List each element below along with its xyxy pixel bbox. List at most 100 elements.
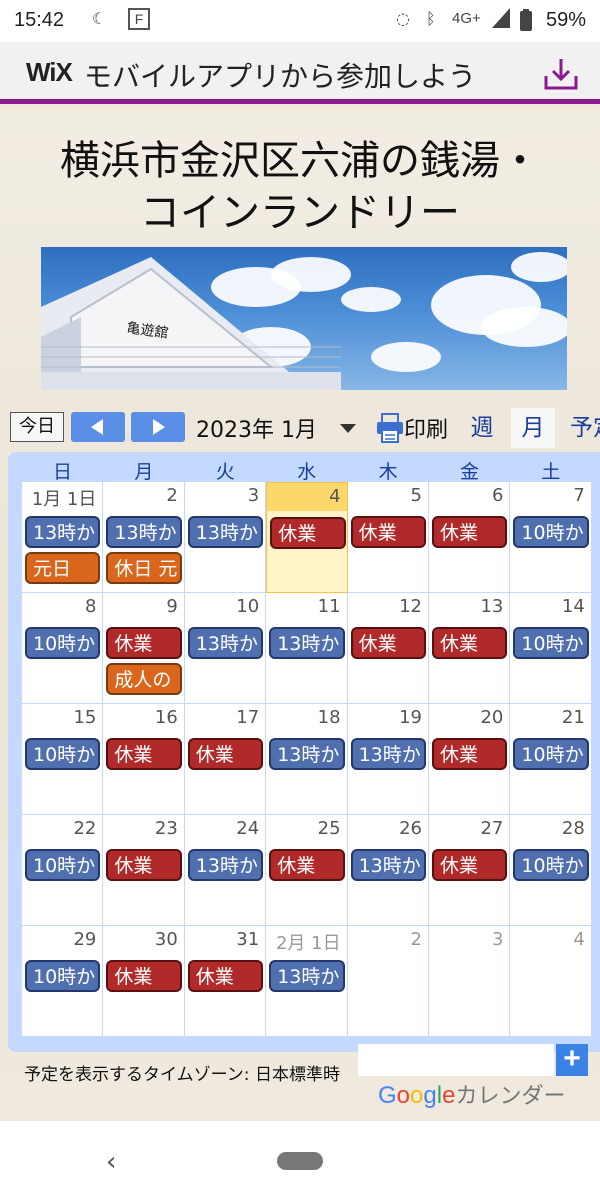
google-letter: e [442,1082,456,1109]
next-month-button[interactable] [131,412,185,442]
calendar-event[interactable]: 10時か [25,738,101,770]
calendar-event[interactable]: 休業 [269,849,345,881]
battery-icon [520,9,532,35]
day-cell[interactable]: 8 10時か [22,593,104,704]
weekday-label: 金 [459,461,479,483]
calendar-event[interactable]: 休業 [350,627,426,659]
home-pill[interactable] [277,1152,323,1170]
day-number: 2月 1日 [275,933,341,954]
calendar-event[interactable]: 13時か [350,849,426,881]
day-number: 18 [317,707,341,728]
day-number: 3 [247,485,260,506]
day-cell[interactable]: 1月 1日 13時か 元日 [22,482,104,593]
calendar-event[interactable]: 休業 [270,517,346,549]
calendar-event[interactable]: 10時か [513,516,589,548]
day-number: 2 [166,485,178,506]
day-cell[interactable]: 6 休業 [429,482,511,593]
prev-month-button[interactable] [71,412,125,442]
day-cell[interactable]: 15 10時か [22,704,104,815]
calendar-event[interactable]: 休日 元 [106,552,182,584]
weekday-header: 日月火水木金土 [22,457,600,483]
calendar-event[interactable]: 13時か [187,516,264,548]
google-calendar-logo[interactable]: Googleカレンダー [378,1078,565,1110]
calendar-event[interactable]: 10時か [513,849,589,881]
printer-icon[interactable] [376,412,404,446]
day-cell[interactable]: 23 休業 [103,815,185,926]
day-cell[interactable]: 22 10時か [22,815,104,926]
day-cell[interactable]: 9 休業 成人の [103,593,185,704]
calendar-event[interactable]: 休業 [106,960,182,992]
calendar-event[interactable]: 13時か [350,738,426,770]
calendar-event[interactable]: 13時か [25,516,101,548]
day-cell[interactable]: 18 13時か [266,704,348,815]
day-cell[interactable]: 19 13時か [347,704,429,815]
calendar-event[interactable]: 休業 [187,960,264,992]
day-cell[interactable]: 31 休業 [184,926,267,1037]
calendar-event[interactable]: 休業 [187,738,264,770]
calendar-event[interactable]: 休業 [350,516,426,548]
today-button[interactable]: 今日 [10,412,64,442]
day-cell[interactable]: 13 休業 [429,593,511,704]
day-cell[interactable]: 27 休業 [429,815,511,926]
day-cell[interactable]: 4 [510,926,592,1037]
day-cell[interactable]: 2月 1日 13時か [266,926,348,1037]
wix-logo: WiX [26,57,73,87]
day-cell[interactable]: 12 休業 [347,593,429,704]
day-cell[interactable]: 29 10時か [22,926,104,1037]
day-cell[interactable]: 3 13時か [184,482,267,593]
calendar-event[interactable]: 休業 [432,738,508,770]
calendar-event[interactable]: 休業 [106,738,182,770]
calendar-event[interactable]: 13時か [269,960,345,992]
tab-agenda[interactable]: 予定 [564,408,600,448]
download-icon[interactable] [542,56,580,92]
day-cell[interactable]: 26 13時か [347,815,429,926]
calendar-event[interactable]: 13時か [187,627,264,659]
calendar-event[interactable]: 10時か [25,960,101,992]
calendar-event[interactable]: 13時か [269,627,345,659]
day-cell[interactable]: 7 10時か [510,482,592,593]
calendar-event[interactable]: 10時か [25,627,101,659]
day-cell[interactable]: 11 13時か [266,593,348,704]
day-cell[interactable]: 25 休業 [266,815,348,926]
day-cell[interactable]: 16 休業 [103,704,185,815]
calendar-event[interactable]: 休業 [106,627,182,659]
calendar-event[interactable]: 10時か [513,627,589,659]
day-cell[interactable]: 10 13時か [184,593,267,704]
day-number: 10 [236,596,260,617]
tab-week[interactable]: 週 [462,408,502,448]
back-icon[interactable]: ‹ [106,1147,116,1177]
timezone-note: 予定を表示するタイムゾーン: 日本標準時 [24,1065,340,1085]
print-button[interactable]: 印刷 [404,412,448,444]
day-cell[interactable]: 4 休業 [266,482,348,593]
calendar-event[interactable]: 休業 [432,516,508,548]
calendar-event[interactable]: 10時か [25,849,101,881]
day-cell[interactable]: 24 13時か [184,815,267,926]
calendar-event[interactable]: 休業 [432,627,508,659]
day-cell[interactable]: 21 10時か [510,704,592,815]
day-cell[interactable]: 2 [347,926,429,1037]
calendar-event[interactable]: 休業 [106,849,182,881]
day-cell[interactable]: 3 [429,926,511,1037]
day-cell[interactable]: 30 休業 [103,926,185,1037]
weekday-label: 月 [134,461,154,483]
day-cell[interactable]: 17 休業 [184,704,267,815]
wix-app-banner[interactable]: WiX モバイルアプリから参加しよう [0,42,600,104]
day-cell[interactable]: 20 休業 [429,704,511,815]
calendar-event[interactable]: 13時か [269,738,345,770]
day-cell[interactable]: 2 13時か休日 元 [103,482,185,593]
calendar-event[interactable]: 13時か [187,849,264,881]
calendar-event[interactable]: 成人の [106,663,182,695]
bathhouse-illustration: 亀遊舘 [41,257,341,390]
calendar-event[interactable]: 10時か [513,738,589,770]
tab-month[interactable]: 月 [511,408,555,448]
day-cell[interactable]: 5 休業 [347,482,429,593]
calendar-event[interactable]: 休業 [432,849,508,881]
add-to-google-calendar-button[interactable]: + [556,1044,588,1076]
day-cell[interactable]: 28 10時か [510,815,592,926]
day-cell[interactable]: 14 10時か [510,593,592,704]
weekday-label: 土 [541,461,561,483]
month-label[interactable]: 2023年 1月 [196,412,317,444]
calendar-event[interactable]: 13時か [106,516,182,548]
chevron-down-icon[interactable] [340,424,356,433]
calendar-event[interactable]: 元日 [25,552,101,584]
